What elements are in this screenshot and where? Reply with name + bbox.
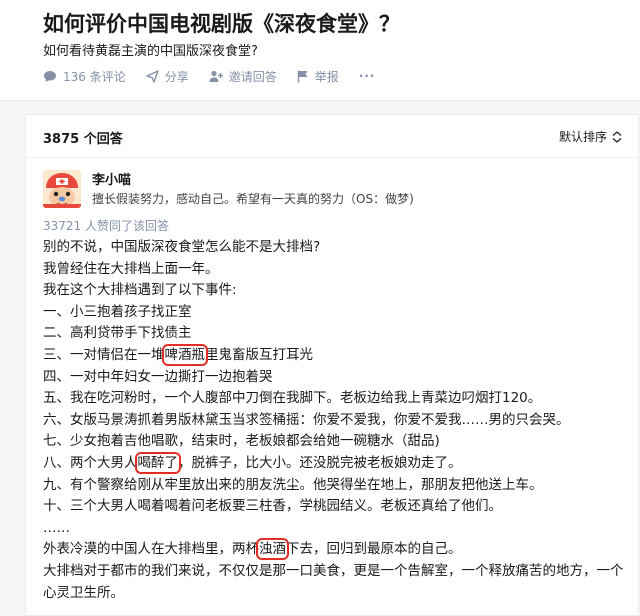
more-icon: ··· <box>358 69 376 83</box>
report-label: 举报 <box>314 69 339 84</box>
answer-line: 八、两个大男人喝醉了，脱裤子，比大小。还没脱完被老板娘劝走了。 <box>43 451 633 475</box>
sort-label: 默认排序 <box>558 130 607 144</box>
answer-line: 大排档对于都市的我们来说，不仅仅是那一口美食，更是一个告解室，一个释放痛苦的地方… <box>43 562 624 579</box>
answer-line: 十、三个大男人喝着喝着问老板要三柱香，学桃园结义。老板还真给了他们。 <box>43 498 502 515</box>
answer-count: 3875 个回答 <box>43 132 123 147</box>
question-title[interactable]: 如何评价中国电视剧版《深夜食堂》？ <box>43 8 400 38</box>
question-description: 如何看待黄磊主演的中国版深夜食堂? <box>43 44 258 59</box>
person-add-icon <box>209 70 223 82</box>
answers-header: 3875 个回答 默认排序 <box>26 115 638 158</box>
answer-line: 三、一对情侣在一堆啤酒瓶里鬼畜版互打耳光 <box>43 343 633 367</box>
author-name[interactable]: 李小喵 <box>92 169 131 188</box>
answer-line: 别的不说，中国版深夜食堂怎么能不是大排档? <box>43 239 321 255</box>
invite-answer-button[interactable]: 邀请回答 <box>209 68 277 85</box>
question-actions: 136 条评论 分享 邀请回答 举报 ··· <box>43 68 395 84</box>
answer-line: 五、我在吃河粉时，一个人腹部中刀倒在我脚下。老板边给我上青菜边叼烟打120。 <box>43 390 542 407</box>
highlighted-phrase: 啤酒瓶 <box>161 343 208 366</box>
vote-count: 33721 人赞同了该回答 <box>43 219 169 233</box>
answer-line-text: 里鬼畜版互打耳光 <box>205 346 313 363</box>
answer-line: 我在这个大排档遇到了以下事件: <box>43 282 237 299</box>
answer-card: 3875 个回答 默认排序 李小喵 擅长假装努力，感动自己。希望有一天真的努力（… <box>25 114 639 616</box>
answer-line: 四、一对中年妇女一边撕打一边抱着哭 <box>43 368 273 385</box>
answer-line: 外表冷漠的中国人在大排档里，两杯浊酒下去，回归到最原本的自己。 <box>43 538 633 561</box>
comment-icon <box>44 70 56 82</box>
invite-label: 邀请回答 <box>228 69 277 84</box>
share-label: 分享 <box>164 69 189 84</box>
answer-line-text: 下去，回归到最原本的自己。 <box>286 541 462 558</box>
flag-icon <box>297 70 308 82</box>
answer-line: 心灵卫生所。 <box>43 584 124 601</box>
answer-line-text: ，脱裤子，比大小。还没脱完被老板娘劝走了。 <box>178 454 462 471</box>
answer-line: …… <box>43 519 70 536</box>
comments-label: 136 条评论 <box>63 69 126 84</box>
answer-line: 七、少女抱着吉他唱歌，结束时，老板娘都会给她一碗糖水（甜品) <box>43 433 440 450</box>
sort-dropdown[interactable]: 默认排序 <box>559 128 622 145</box>
answer-line-text: 八、两个大男人 <box>43 454 138 471</box>
author-avatar[interactable] <box>43 170 81 208</box>
share-icon <box>146 69 159 83</box>
author-bio: 擅长假装努力，感动自己。希望有一天真的努力（OS：做梦) <box>92 192 414 206</box>
highlighted-phrase: 浊酒 <box>256 538 289 561</box>
avatar-illustration <box>43 170 81 208</box>
answer-line-text: 外表冷漠的中国人在大排档里，两杯 <box>43 541 259 558</box>
report-button[interactable]: 举报 <box>297 68 339 85</box>
highlighted-phrase: 喝醉了 <box>134 451 181 474</box>
question-header: 如何评价中国电视剧版《深夜食堂》？ 如何看待黄磊主演的中国版深夜食堂? 136 … <box>0 0 640 101</box>
more-button[interactable]: ··· <box>359 69 376 83</box>
sort-icon <box>612 130 622 143</box>
answer-line: 我曾经住在大排档上面一年。 <box>43 260 219 277</box>
comments-button[interactable]: 136 条评论 <box>43 68 126 85</box>
answer-line: 二、高利贷带手下找债主 <box>43 325 192 342</box>
answer-line: 九、有个警察给刚从牢里放出来的朋友洗尘。他哭得坐在地上，那朋友把他送上车。 <box>43 476 543 493</box>
answer-line: 一、小三抱着孩子找正室 <box>43 303 192 320</box>
answer-line-text: 三、一对情侣在一堆 <box>43 346 165 363</box>
answer-line: 六、女版马景涛抓着男版林黛玉当求签桶摇：你爱不爱我，你爱不爱我……男的只会哭。 <box>43 411 570 428</box>
answer-content: 别的不说，中国版深夜食堂怎么能不是大排档? 我曾经住在大排档上面一年。我在这个大排… <box>43 237 633 604</box>
share-button[interactable]: 分享 <box>146 68 189 85</box>
